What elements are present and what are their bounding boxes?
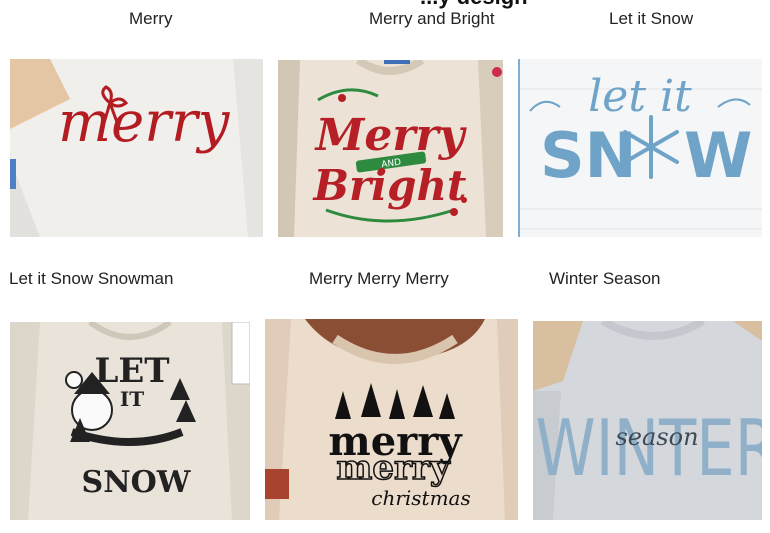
let-art-text: LET — [94, 351, 169, 391]
sweatshirt-merry-image: merry — [10, 59, 263, 237]
sn-art-text: SN — [540, 119, 637, 192]
w-art-text: W — [684, 119, 752, 192]
let-it-snow-sign-image: let it SN W — [518, 59, 762, 237]
design-title-merry-and-bright: Merry and Bright — [369, 9, 495, 28]
merry-art-text-1: Merry — [314, 110, 468, 161]
design-title-winter-season: Winter Season — [549, 269, 661, 288]
christmas-art-text: christmas — [371, 486, 471, 510]
design-card-merry-merry-merry[interactable]: merry merry christmas — [265, 319, 518, 520]
design-title-let-it-snow-snowman: Let it Snow Snowman — [9, 269, 174, 288]
hoodie-snowman-image: LET IT SNOW — [10, 322, 250, 520]
design-card-merry[interactable]: merry — [10, 59, 263, 237]
it-art-text: IT — [120, 387, 144, 411]
snow-art-text: SNOW — [82, 465, 192, 500]
sweatshirt-merry-merry-image: merry merry christmas — [265, 319, 518, 520]
design-card-merry-and-bright[interactable]: Merry AND Bright — [278, 60, 503, 237]
merry-art-text-outline: merry — [336, 448, 450, 488]
sweatshirt-merry-bright-image: Merry AND Bright — [278, 60, 503, 237]
design-title-merry-merry-merry: Merry Merry Merry — [309, 269, 449, 288]
bright-art-text: Bright — [313, 161, 467, 210]
merry-art-text: merry — [58, 90, 231, 155]
design-title-merry: Merry — [129, 9, 173, 28]
design-card-let-it-snow[interactable]: let it SN W — [518, 59, 762, 237]
let-it-art-text: let it — [588, 71, 692, 122]
design-title-let-it-snow: Let it Snow — [609, 9, 694, 28]
season-art-text: season — [615, 423, 698, 451]
sweatshirt-winter-image: WINTER season — [533, 321, 762, 520]
design-card-let-it-snow-snowman[interactable]: LET IT SNOW — [10, 322, 250, 520]
design-card-winter-season[interactable]: WINTER season — [533, 321, 762, 520]
